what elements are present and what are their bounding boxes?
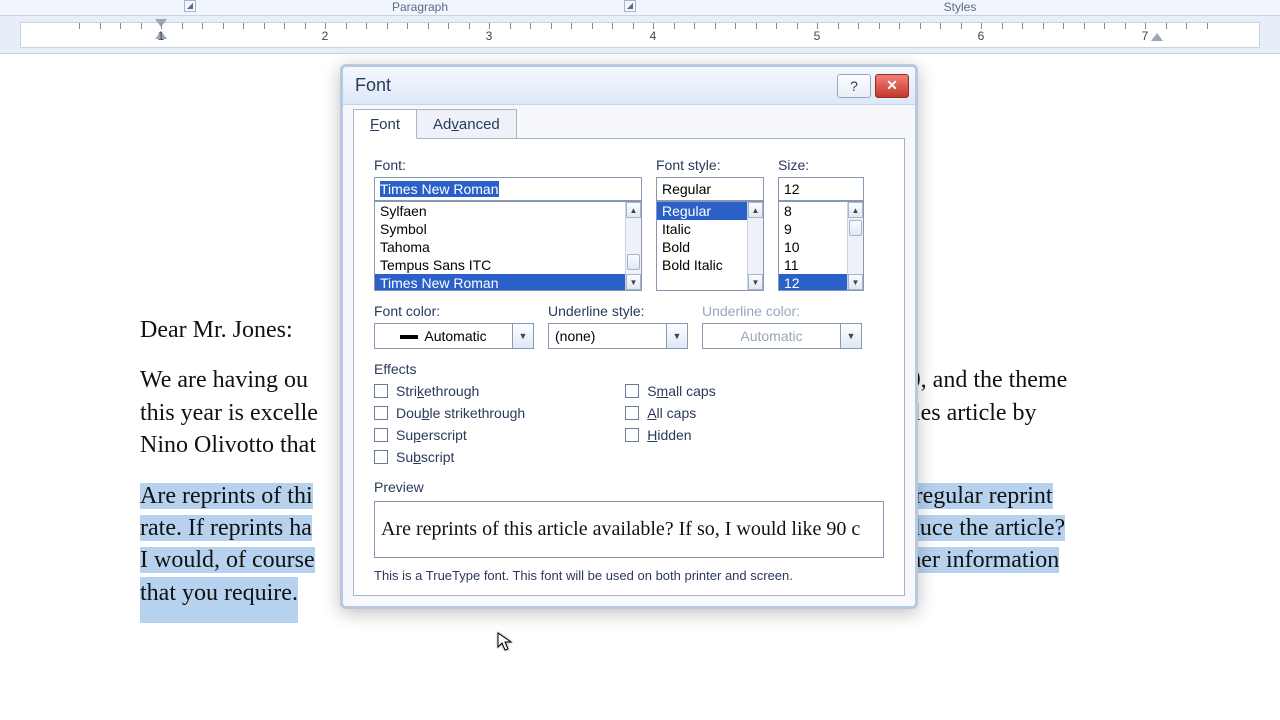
scroll-thumb[interactable]: [849, 220, 862, 236]
preview-note: This is a TrueType font. This font will …: [374, 568, 884, 583]
font-style-listbox[interactable]: Regular Italic Bold Bold Italic ▲ ▼: [656, 201, 764, 291]
underline-color-dropdown: Automatic ▼: [702, 323, 862, 349]
checkbox-icon: [374, 428, 388, 442]
double-strikethrough-checkbox[interactable]: Double strikethrough: [374, 405, 525, 421]
list-item[interactable]: Tahoma: [375, 238, 625, 256]
ribbon-group-styles: Styles: [640, 0, 1280, 15]
all-caps-checkbox[interactable]: All caps: [625, 405, 715, 421]
list-item[interactable]: 9: [779, 220, 847, 238]
ribbon-group-label: Styles: [944, 0, 977, 14]
font-label: Font:: [374, 157, 642, 173]
scrollbar[interactable]: ▲ ▼: [847, 202, 863, 290]
ruler-number: 5: [814, 29, 821, 43]
scroll-up-button[interactable]: ▲: [848, 202, 863, 218]
font-color-dropdown[interactable]: Automatic ▼: [374, 323, 534, 349]
scrollbar[interactable]: ▲ ▼: [625, 202, 641, 290]
ribbon-group-paragraph: Paragraph ◢: [200, 0, 640, 15]
dialog-launcher-icon[interactable]: ◢: [624, 0, 636, 12]
dialog-titlebar[interactable]: Font ? ✕: [343, 67, 915, 105]
list-item[interactable]: Bold Italic: [657, 256, 747, 274]
chevron-down-icon: ▼: [840, 323, 862, 349]
ribbon-groups: ◢ Paragraph ◢ Styles: [0, 0, 1280, 16]
ribbon-group-label: Paragraph: [392, 0, 448, 14]
list-item[interactable]: Times New Roman: [375, 274, 625, 290]
checkbox-icon: [374, 406, 388, 420]
strikethrough-checkbox[interactable]: Strikethrough: [374, 383, 525, 399]
scrollbar[interactable]: ▲ ▼: [747, 202, 763, 290]
dialog-title: Font: [349, 75, 833, 96]
close-icon: ✕: [886, 77, 898, 94]
list-item[interactable]: 8: [779, 202, 847, 220]
list-item[interactable]: 10: [779, 238, 847, 256]
dialog-launcher-icon[interactable]: ◢: [184, 0, 196, 12]
preview-box: Are reprints of this article available? …: [374, 501, 884, 558]
chevron-down-icon[interactable]: ▼: [666, 323, 688, 349]
superscript-checkbox[interactable]: Superscript: [374, 427, 525, 443]
effects-label: Effects: [374, 361, 884, 377]
effects-group: Strikethrough Double strikethrough Super…: [374, 383, 884, 465]
size-label: Size:: [778, 157, 864, 173]
list-item[interactable]: Symbol: [375, 220, 625, 238]
list-item[interactable]: 12: [779, 274, 847, 290]
list-item[interactable]: 11: [779, 256, 847, 274]
ribbon-group-font: ◢: [0, 0, 200, 15]
color-swatch-icon: [400, 335, 418, 339]
list-item[interactable]: Bold: [657, 238, 747, 256]
ruler-number: 1: [158, 29, 165, 43]
scroll-up-button[interactable]: ▲: [748, 202, 763, 218]
size-input[interactable]: 12: [778, 177, 864, 201]
small-caps-checkbox[interactable]: Small caps: [625, 383, 715, 399]
scroll-down-button[interactable]: ▼: [626, 274, 641, 290]
hidden-checkbox[interactable]: Hidden: [625, 427, 715, 443]
font-style-label: Font style:: [656, 157, 764, 173]
horizontal-ruler[interactable]: 1 2 3 4 5 6 7: [0, 16, 1280, 54]
ruler-number: 4: [650, 29, 657, 43]
font-input[interactable]: Times New Roman: [374, 177, 642, 201]
ruler-number: 3: [486, 29, 493, 43]
help-button[interactable]: ?: [837, 74, 871, 98]
preview-label: Preview: [374, 479, 884, 495]
font-color-label: Font color:: [374, 303, 534, 319]
dialog-tabs: Font Advanced: [353, 109, 905, 139]
checkbox-icon: [374, 450, 388, 464]
ruler-number: 6: [978, 29, 985, 43]
chevron-down-icon[interactable]: ▼: [512, 323, 534, 349]
underline-color-label: Underline color:: [702, 303, 862, 319]
checkbox-icon: [625, 406, 639, 420]
font-dialog: Font ? ✕ Font Advanced Font: Times New R…: [340, 64, 918, 609]
underline-style-dropdown[interactable]: (none) ▼: [548, 323, 688, 349]
scroll-thumb[interactable]: [627, 254, 640, 270]
font-style-input[interactable]: Regular: [656, 177, 764, 201]
underline-style-label: Underline style:: [548, 303, 688, 319]
checkbox-icon: [374, 384, 388, 398]
checkbox-icon: [625, 384, 639, 398]
close-button[interactable]: ✕: [875, 74, 909, 98]
tab-panel-font: Font: Times New Roman Sylfaen Symbol Tah…: [353, 138, 905, 596]
list-item[interactable]: Regular: [657, 202, 747, 220]
ruler-number: 2: [322, 29, 329, 43]
checkbox-icon: [625, 428, 639, 442]
subscript-checkbox[interactable]: Subscript: [374, 449, 525, 465]
tab-advanced[interactable]: Advanced: [416, 109, 517, 139]
scroll-down-button[interactable]: ▼: [748, 274, 763, 290]
scroll-up-button[interactable]: ▲: [626, 202, 641, 218]
list-item[interactable]: Tempus Sans ITC: [375, 256, 625, 274]
scroll-down-button[interactable]: ▼: [848, 274, 863, 290]
list-item[interactable]: Italic: [657, 220, 747, 238]
right-indent-marker[interactable]: [1151, 19, 1163, 29]
help-icon: ?: [850, 78, 858, 94]
tab-font[interactable]: Font: [353, 109, 417, 139]
ruler-number: 7: [1142, 29, 1149, 43]
font-listbox[interactable]: Sylfaen Symbol Tahoma Tempus Sans ITC Ti…: [374, 201, 642, 291]
list-item[interactable]: Sylfaen: [375, 202, 625, 220]
size-listbox[interactable]: 8 9 10 11 12 ▲ ▼: [778, 201, 864, 291]
